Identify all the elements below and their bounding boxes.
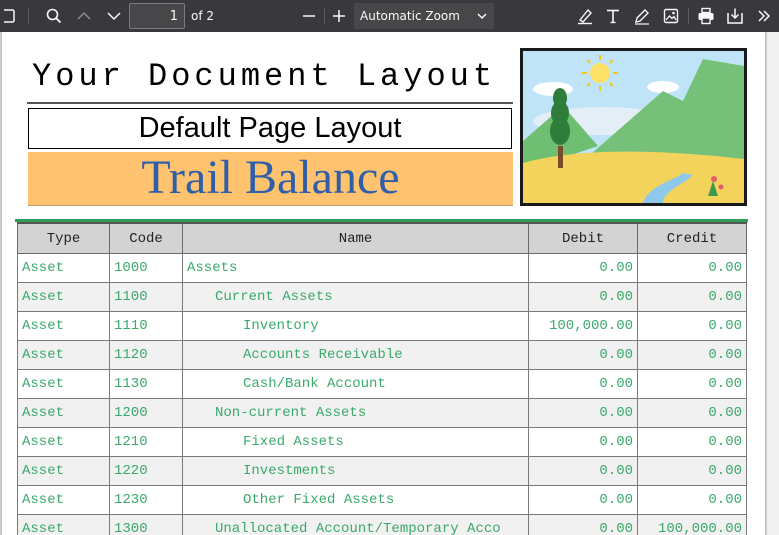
chevron-up-icon[interactable]: [72, 0, 96, 32]
sidebar-toggle-icon[interactable]: [0, 0, 22, 32]
row-type: Asset: [17, 369, 110, 399]
row-account-name: Investments: [182, 456, 529, 486]
row-type: Asset: [17, 514, 110, 535]
minus-icon[interactable]: [296, 0, 322, 32]
pdf-page: Your Document Layout Default Page Layout…: [2, 32, 765, 535]
row-code: 1220: [109, 456, 183, 486]
chevron-down-icon[interactable]: [102, 0, 126, 32]
row-type: Asset: [17, 282, 110, 312]
row-debit: 0.00: [528, 427, 638, 457]
table-row: Asset 1220 Investments 0.00 0.00: [17, 456, 747, 486]
row-debit: 0.00: [528, 253, 638, 283]
row-debit: 0.00: [528, 398, 638, 428]
row-credit: 0.00: [637, 427, 747, 457]
page-number-input[interactable]: [129, 3, 185, 29]
column-header-debit: Debit: [528, 222, 638, 254]
pen-icon[interactable]: [629, 0, 655, 32]
page-count-label: of 2: [191, 9, 215, 23]
double-chevron-right-icon[interactable]: [752, 0, 776, 32]
row-code: 1230: [109, 485, 183, 515]
toolbar-separator: [688, 8, 689, 24]
table-row: Asset 1300 Unallocated Account/Temporary…: [17, 514, 747, 535]
row-credit: 100,000.00: [637, 514, 747, 535]
row-credit: 0.00: [637, 456, 747, 486]
row-code: 1300: [109, 514, 183, 535]
row-account-name: Accounts Receivable: [182, 340, 529, 370]
row-code: 1210: [109, 427, 183, 457]
row-code: 1130: [109, 369, 183, 399]
row-account-name: Other Fixed Assets: [182, 485, 529, 515]
table-row: Asset 1110 Inventory 100,000.00 0.00: [17, 311, 747, 341]
trial-balance-table: Type Code Name Debit Credit Asset 1000 A…: [17, 222, 747, 535]
row-account-name: Unallocated Account/Temporary Acco: [182, 514, 529, 535]
download-icon[interactable]: [722, 0, 748, 32]
highlight-icon[interactable]: [572, 0, 598, 32]
row-type: Asset: [17, 253, 110, 283]
column-header-credit: Credit: [637, 222, 747, 254]
row-credit: 0.00: [637, 253, 747, 283]
row-type: Asset: [17, 456, 110, 486]
chevron-down-icon: [476, 3, 488, 29]
column-header-type: Type: [17, 222, 110, 254]
row-account-name: Cash/Bank Account: [182, 369, 529, 399]
row-code: 1000: [109, 253, 183, 283]
table-row: Asset 1230 Other Fixed Assets 0.00 0.00: [17, 485, 747, 515]
heading-divider: [27, 102, 513, 104]
document-title: Trail Balance: [28, 152, 513, 206]
row-code: 1100: [109, 282, 183, 312]
row-credit: 0.00: [637, 311, 747, 341]
table-row: Asset 1130 Cash/Bank Account 0.00 0.00: [17, 369, 747, 399]
row-account-name: Non-current Assets: [182, 398, 529, 428]
row-credit: 0.00: [637, 398, 747, 428]
row-credit: 0.00: [637, 369, 747, 399]
row-debit: 0.00: [528, 340, 638, 370]
table-row: Asset 1200 Non-current Assets 0.00 0.00: [17, 398, 747, 428]
table-row: Asset 1120 Accounts Receivable 0.00 0.00: [17, 340, 747, 370]
row-credit: 0.00: [637, 340, 747, 370]
pdf-toolbar: of 2 Automatic Zoom: [0, 0, 779, 32]
table-header-row: Type Code Name Debit Credit: [17, 222, 747, 254]
column-header-name: Name: [182, 222, 529, 254]
zoom-select-value: Automatic Zoom: [360, 9, 460, 23]
row-account-name: Assets: [182, 253, 529, 283]
search-icon[interactable]: [42, 0, 66, 32]
row-type: Asset: [17, 340, 110, 370]
document-subtitle: Default Page Layout: [28, 108, 512, 149]
landscape-illustration: [520, 48, 747, 206]
print-icon[interactable]: [693, 0, 719, 32]
table-row: Asset 1210 Fixed Assets 0.00 0.00: [17, 427, 747, 457]
table-row: Asset 1100 Current Assets 0.00 0.00: [17, 282, 747, 312]
row-account-name: Fixed Assets: [182, 427, 529, 457]
row-debit: 100,000.00: [528, 311, 638, 341]
row-type: Asset: [17, 427, 110, 457]
table-row: Asset 1000 Assets 0.00 0.00: [17, 253, 747, 283]
document-viewer[interactable]: Your Document Layout Default Page Layout…: [0, 32, 779, 535]
row-credit: 0.00: [637, 282, 747, 312]
toolbar-separator: [324, 8, 325, 24]
row-debit: 0.00: [528, 485, 638, 515]
image-icon[interactable]: [658, 0, 684, 32]
row-account-name: Current Assets: [182, 282, 529, 312]
row-debit: 0.00: [528, 514, 638, 535]
toolbar-separator: [28, 8, 29, 24]
plus-icon[interactable]: [326, 0, 352, 32]
document-heading: Your Document Layout: [32, 58, 497, 95]
row-code: 1120: [109, 340, 183, 370]
row-code: 1200: [109, 398, 183, 428]
row-account-name: Inventory: [182, 311, 529, 341]
row-type: Asset: [17, 311, 110, 341]
row-type: Asset: [17, 398, 110, 428]
row-type: Asset: [17, 485, 110, 515]
row-credit: 0.00: [637, 485, 747, 515]
zoom-select[interactable]: Automatic Zoom: [354, 3, 494, 29]
row-debit: 0.00: [528, 456, 638, 486]
row-debit: 0.00: [528, 369, 638, 399]
row-debit: 0.00: [528, 282, 638, 312]
row-code: 1110: [109, 311, 183, 341]
vertical-scrollbar[interactable]: [767, 32, 779, 535]
text-icon[interactable]: [600, 0, 626, 32]
column-header-code: Code: [109, 222, 183, 254]
